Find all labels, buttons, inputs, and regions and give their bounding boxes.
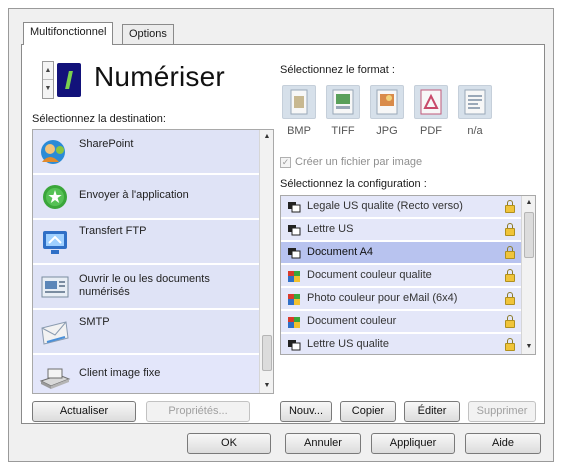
list-item-smtp[interactable]: SMTP <box>33 310 259 354</box>
format-bmp[interactable]: BMP <box>280 85 318 147</box>
spin-down-icon[interactable]: ▼ <box>43 80 53 98</box>
tab-options[interactable]: Options <box>122 24 174 44</box>
jpg-file-icon <box>370 85 404 119</box>
format-tiff[interactable]: TIFF <box>324 85 362 147</box>
scrollbar-thumb[interactable] <box>524 212 534 258</box>
bw-config-icon <box>288 248 301 259</box>
list-item-config[interactable]: Photo couleur pour eMail (6x4) <box>281 288 521 310</box>
delete-config-button[interactable]: Supprimer <box>468 401 536 422</box>
lock-icon <box>505 315 515 328</box>
edit-config-button[interactable]: Éditer <box>404 401 460 422</box>
tiff-file-icon <box>326 85 360 119</box>
list-item-label: SharePoint <box>79 138 134 150</box>
config-label: Document couleur <box>307 315 397 327</box>
properties-button[interactable]: Propriétés... <box>146 401 250 422</box>
color-config-icon <box>288 294 300 305</box>
color-config-icon <box>288 271 300 282</box>
smtp-mail-icon <box>41 321 69 345</box>
lock-icon <box>505 246 515 259</box>
config-label: Lettre US qualite <box>307 338 389 350</box>
list-item-ftp-transfer[interactable]: Transfert FTP <box>33 220 259 264</box>
config-label: Lettre US <box>307 223 354 235</box>
bmp-file-icon <box>282 85 316 119</box>
ok-button[interactable]: OK <box>187 433 271 454</box>
text-file-icon <box>458 85 492 119</box>
ftp-transfer-icon <box>43 231 67 254</box>
send-to-application-icon <box>43 185 67 209</box>
config-label: Legale US qualite (Recto verso) <box>307 200 463 212</box>
format-label-text: TIFF <box>331 125 355 137</box>
create-file-per-image-label: Créer un fichier par image <box>295 156 423 168</box>
configuration-scrollbar[interactable]: ▲ ▼ <box>521 196 535 354</box>
list-item-label: Transfert FTP <box>79 225 147 237</box>
tab-multifonctionnel[interactable]: Multifonctionnel <box>23 22 114 45</box>
lock-icon <box>505 338 515 351</box>
list-item-label: Client image fixe <box>79 367 161 379</box>
scroll-up-icon[interactable]: ▲ <box>522 196 535 210</box>
button-selector-spinner[interactable]: ▲ ▼ <box>42 61 54 99</box>
list-item-config-selected[interactable]: Document A4 <box>281 242 521 264</box>
still-image-client-icon <box>39 368 71 389</box>
list-item-config[interactable]: Lettre US qualite <box>281 334 521 354</box>
refresh-button[interactable]: Actualiser <box>32 401 136 422</box>
one-touch-properties-window: Multifonctionnel Options ▲ ▼ Numériser S… <box>8 8 554 462</box>
format-text[interactable]: n/a <box>456 85 494 147</box>
destination-list[interactable]: SharePoint Envoyer à l'application Trans… <box>32 129 274 394</box>
config-label: Document A4 <box>307 246 374 258</box>
format-label: Sélectionnez le format : <box>280 64 395 76</box>
bw-config-icon <box>288 225 301 236</box>
color-config-icon <box>288 317 300 328</box>
list-item-config[interactable]: Document couleur qualite <box>281 265 521 287</box>
scroll-down-icon[interactable]: ▼ <box>260 379 273 393</box>
lock-icon <box>505 269 515 282</box>
format-label-text: JPG <box>376 125 398 137</box>
scroll-down-icon[interactable]: ▼ <box>522 340 535 354</box>
lock-icon <box>505 292 515 305</box>
configuration-label: Sélectionnez la configuration : <box>280 178 427 190</box>
format-pdf[interactable]: PDF <box>412 85 450 147</box>
list-item-label: Ouvrir le ou les documents numérisés <box>79 273 210 298</box>
list-item-label: SMTP <box>79 316 110 328</box>
copy-config-button[interactable]: Copier <box>340 401 396 422</box>
scrollbar-thumb[interactable] <box>262 335 272 371</box>
list-item-open-documents[interactable]: Ouvrir le ou les documents numérisés <box>33 265 259 309</box>
format-label-text: BMP <box>287 125 311 137</box>
sharepoint-icon <box>41 140 65 164</box>
page-title: Numériser <box>94 61 225 92</box>
list-item-config[interactable]: Lettre US <box>281 219 521 241</box>
scan-button-icon <box>57 63 81 97</box>
list-item-label: Envoyer à l'application <box>79 189 189 201</box>
tab-panel: ▲ ▼ Numériser Sélectionnez la destinatio… <box>21 44 545 424</box>
pdf-file-icon <box>414 85 448 119</box>
list-item-still-image-client[interactable]: Client image fixe <box>33 355 259 393</box>
format-jpg[interactable]: JPG <box>368 85 406 147</box>
cancel-button[interactable]: Annuler <box>285 433 361 454</box>
destination-label: Sélectionnez la destination: <box>32 113 166 125</box>
lock-icon <box>505 200 515 213</box>
list-item-config[interactable]: Document couleur <box>281 311 521 333</box>
bw-config-icon <box>288 340 301 351</box>
apply-button[interactable]: Appliquer <box>371 433 455 454</box>
config-label: Photo couleur pour eMail (6x4) <box>307 292 458 304</box>
new-config-button[interactable]: Nouv... <box>280 401 332 422</box>
create-file-per-image-checkbox[interactable]: ✓ <box>280 157 291 168</box>
format-label-text: n/a <box>467 125 483 137</box>
destination-scrollbar[interactable]: ▲ ▼ <box>259 130 273 393</box>
format-label-text: PDF <box>420 125 442 137</box>
config-label: Document couleur qualite <box>307 269 432 281</box>
bw-config-icon <box>288 202 301 213</box>
scroll-up-icon[interactable]: ▲ <box>260 130 273 144</box>
list-item-send-to-application[interactable]: Envoyer à l'application <box>33 175 259 219</box>
help-button[interactable]: Aide <box>465 433 541 454</box>
spin-up-icon[interactable]: ▲ <box>43 62 53 80</box>
open-document-icon <box>41 276 69 298</box>
configuration-list[interactable]: Legale US qualite (Recto verso) Lettre U… <box>280 195 536 355</box>
list-item-sharepoint[interactable]: SharePoint <box>33 130 259 174</box>
list-item-config[interactable]: Legale US qualite (Recto verso) <box>281 196 521 218</box>
lock-icon <box>505 223 515 236</box>
